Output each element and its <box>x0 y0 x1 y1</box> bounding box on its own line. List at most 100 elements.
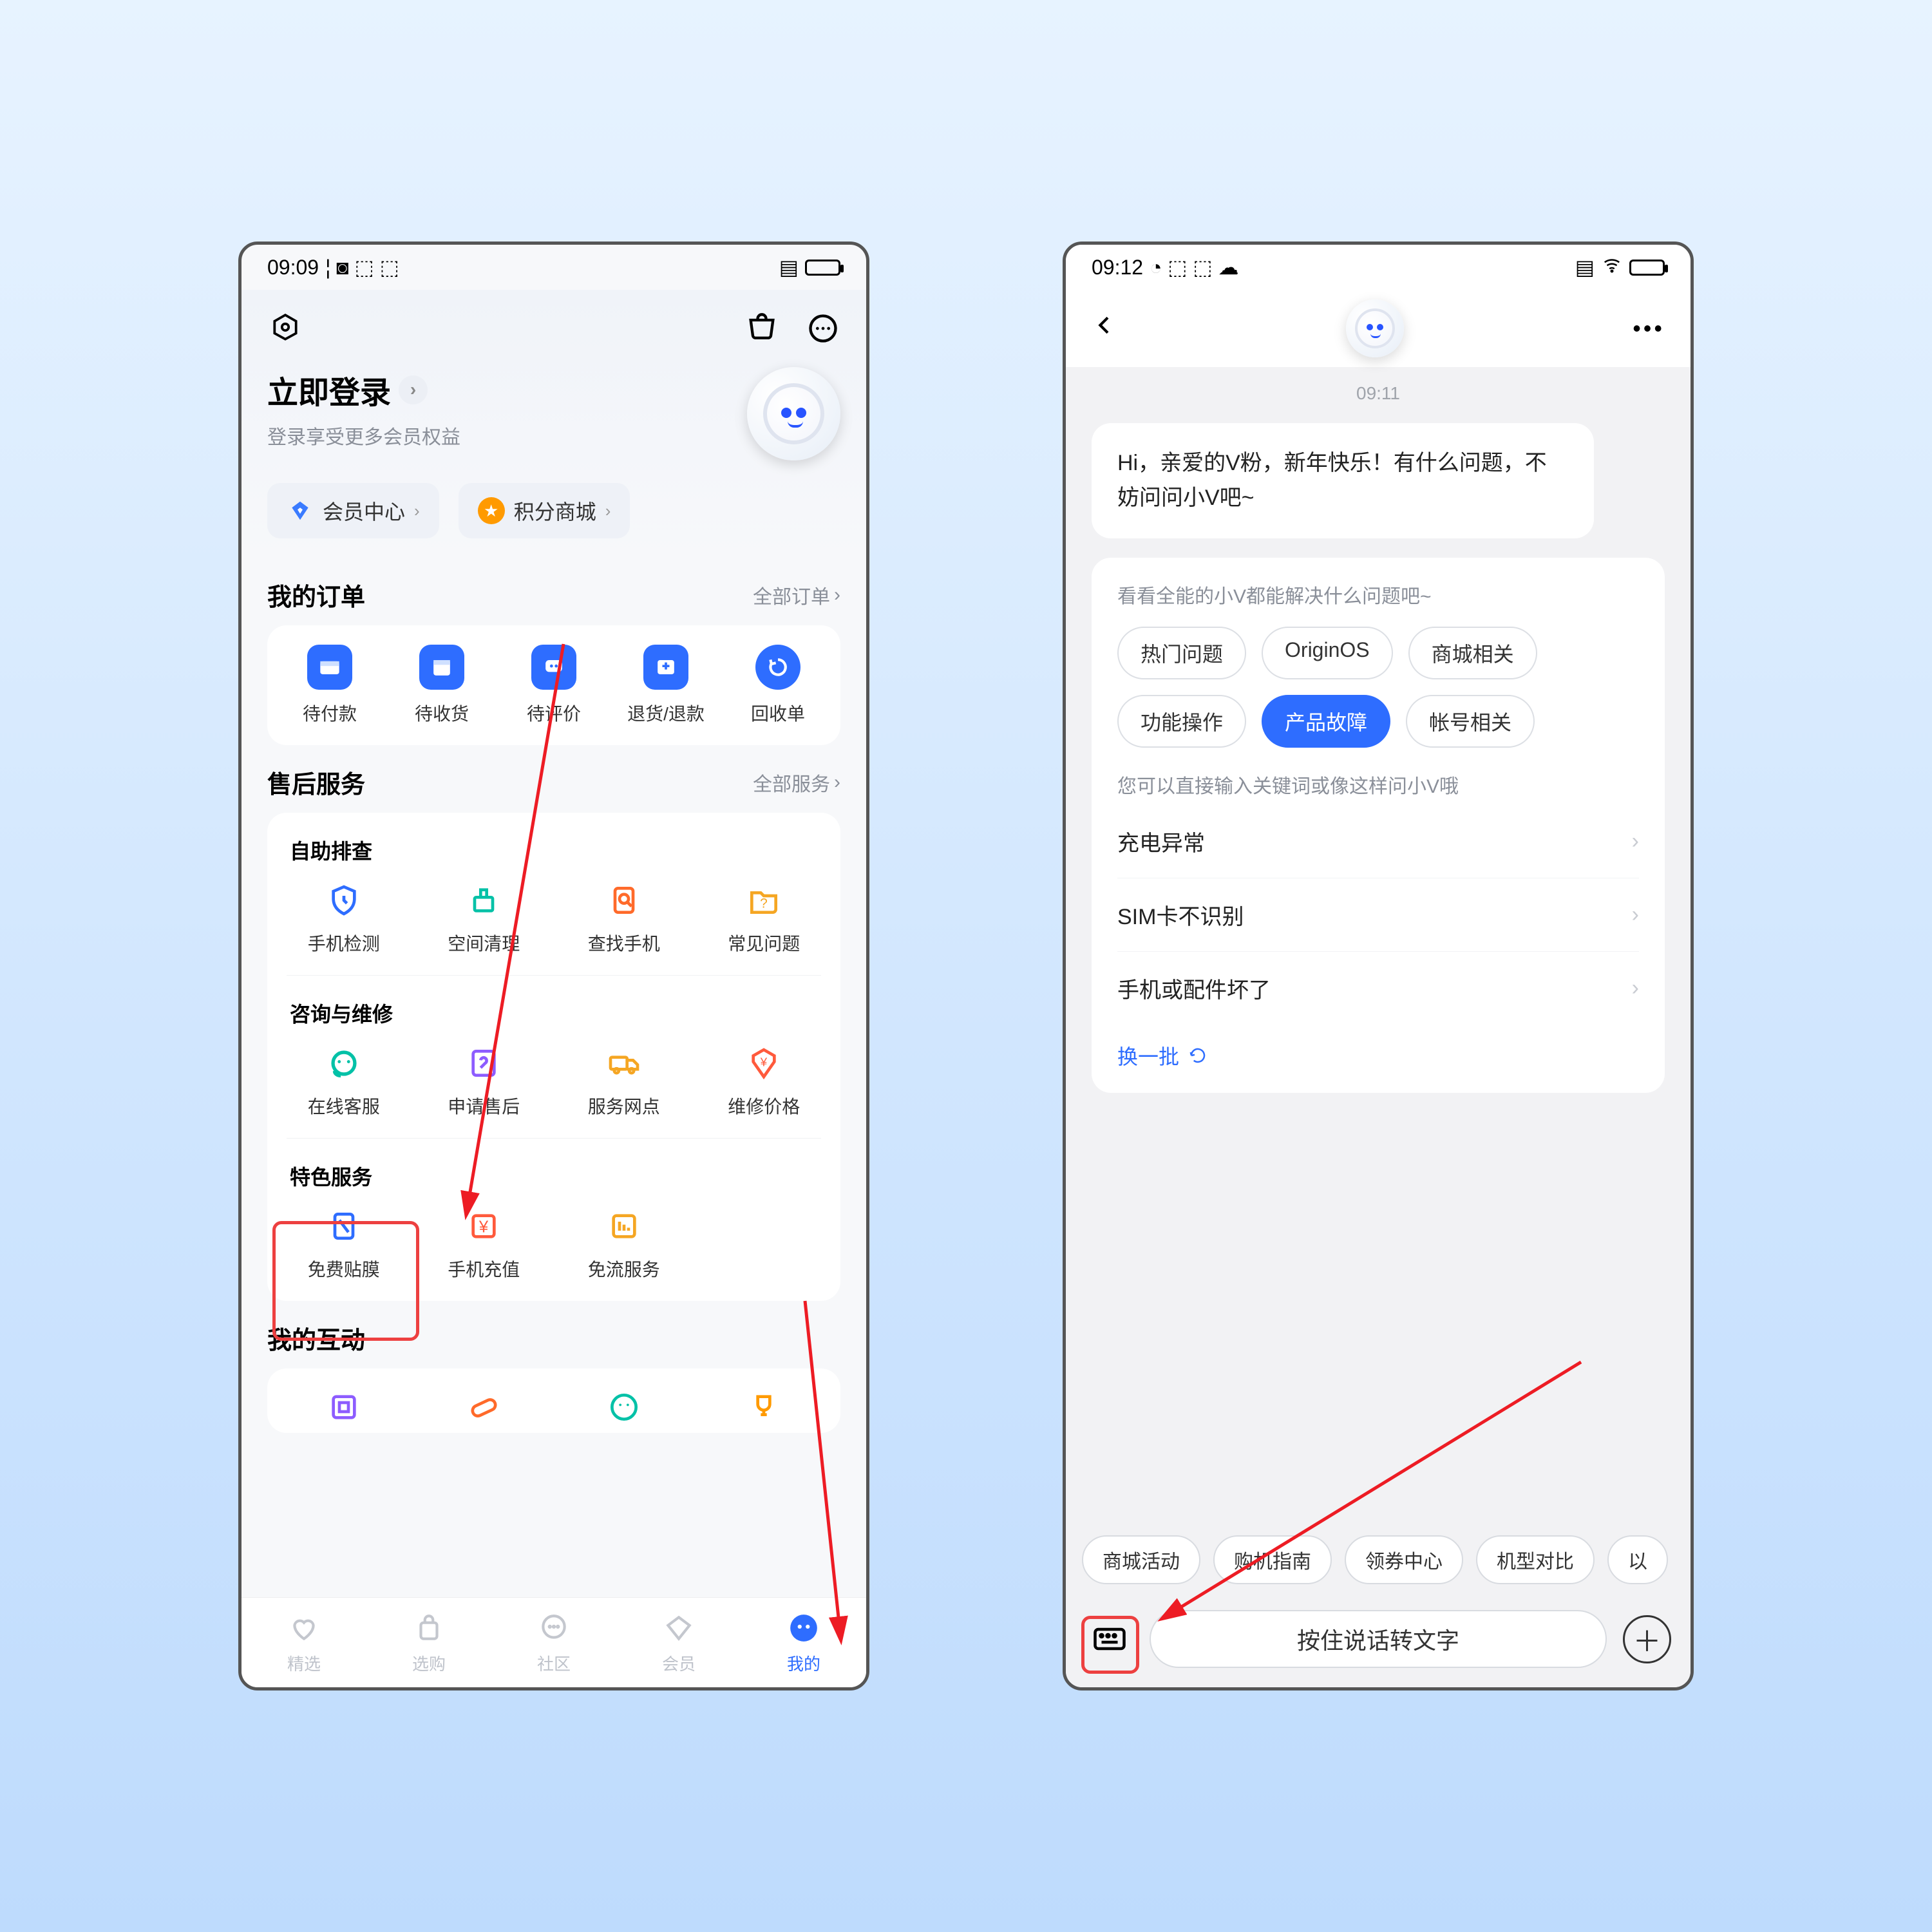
refresh-button[interactable]: 换一批 <box>1117 1025 1639 1077</box>
quick-more[interactable]: 以 <box>1607 1535 1668 1584</box>
face-icon <box>605 1388 643 1426</box>
svg-text:¥: ¥ <box>760 1056 768 1069</box>
voice-input[interactable]: 按住说话转文字 <box>1150 1610 1607 1668</box>
status-bar: 09:09 ¦ ◙ ⬚ ⬚ ▤ <box>242 245 866 290</box>
wifi-icon <box>1601 255 1623 279</box>
bot-avatar[interactable] <box>1346 299 1404 357</box>
yuan-icon: ¥ <box>464 1207 503 1245</box>
chip-originos[interactable]: OriginOS <box>1262 627 1393 679</box>
faq-charging[interactable]: 充电异常 › <box>1117 805 1639 878</box>
repair-price[interactable]: ¥ 维修价格 <box>694 1044 835 1119</box>
chip-product-fault[interactable]: 产品故障 <box>1262 695 1390 748</box>
chevron-right-icon: › <box>1632 902 1639 927</box>
interact-item-2[interactable] <box>414 1388 554 1426</box>
chip-function[interactable]: 功能操作 <box>1117 695 1246 748</box>
tab-community[interactable]: 社区 <box>491 1598 616 1687</box>
space-clean[interactable]: 空间清理 <box>414 881 554 956</box>
service-header: 售后服务 全部服务› <box>267 764 840 800</box>
phone-recharge[interactable]: ¥ 手机充值 <box>414 1207 554 1282</box>
chevron-right-icon: › <box>1632 976 1639 1001</box>
refund-icon <box>643 645 688 690</box>
heart-icon <box>287 1611 322 1646</box>
data-icon <box>605 1207 643 1245</box>
faq-broken[interactable]: 手机或配件坏了 › <box>1117 951 1639 1025</box>
wallet-icon <box>307 645 352 690</box>
interact-header: 我的互动 <box>267 1320 840 1356</box>
broom-icon <box>464 881 503 920</box>
orders-title: 我的订单 <box>267 577 365 612</box>
mine-icon <box>786 1611 822 1646</box>
settings-hex-icon[interactable] <box>267 311 303 346</box>
consult-repair-title: 咨询与维修 <box>274 995 834 1044</box>
tab-bar: 精选 选购 社区 会员 我的 <box>242 1597 866 1687</box>
chevron-right-icon: › <box>834 584 840 606</box>
more-button[interactable]: ••• <box>1633 315 1665 342</box>
service-outlets[interactable]: 服务网点 <box>554 1044 694 1119</box>
search-doc-icon <box>605 881 643 920</box>
chip-mall[interactable]: 商城相关 <box>1408 627 1537 679</box>
cart-icon[interactable] <box>744 311 779 346</box>
film-icon <box>325 1207 363 1245</box>
chip-row: 热门问题 OriginOS 商城相关 功能操作 产品故障 帐号相关 <box>1117 627 1639 748</box>
order-return[interactable]: 退货/退款 <box>610 645 722 726</box>
online-service[interactable]: 在线客服 <box>274 1044 414 1119</box>
faq-sim[interactable]: SIM卡不识别 › <box>1117 878 1639 951</box>
wrench-icon <box>464 1044 503 1083</box>
service-title: 售后服务 <box>267 764 365 800</box>
refresh-icon <box>1188 1046 1208 1065</box>
back-button[interactable] <box>1092 312 1117 345</box>
message-icon[interactable] <box>805 311 840 346</box>
member-center-pill[interactable]: 会员中心 › <box>267 483 439 538</box>
bag-icon <box>412 1611 447 1646</box>
apply-aftersale[interactable]: 申请售后 <box>414 1044 554 1119</box>
greeting-bubble: Hi，亲爱的V粉，新年快乐！有什么问题，不妨问问小V吧~ <box>1092 423 1594 538</box>
find-phone[interactable]: 查找手机 <box>554 881 694 956</box>
tab-featured[interactable]: 精选 <box>242 1598 366 1687</box>
diamond-outline-icon <box>661 1611 697 1646</box>
plus-button[interactable]: ＋ <box>1623 1615 1671 1663</box>
orders-more[interactable]: 全部订单› <box>753 581 840 609</box>
star-icon: ★ <box>478 497 505 524</box>
login-button[interactable]: 立即登录 › <box>267 367 460 412</box>
quick-coupon[interactable]: 领券中心 <box>1345 1535 1463 1584</box>
order-pending-receive[interactable]: 待收货 <box>386 645 498 726</box>
diamond-icon <box>287 497 314 524</box>
tab-member[interactable]: 会员 <box>616 1598 741 1687</box>
sim-icon: ▤ <box>779 255 799 279</box>
service-card: 自助排查 手机检测 空间清理 查找手机 ? 常见问题 <box>267 813 840 1301</box>
pill-icon <box>464 1388 503 1426</box>
avatar[interactable] <box>747 367 840 460</box>
free-film[interactable]: 免费贴膜 <box>274 1207 414 1282</box>
chevron-right-icon: › <box>1632 829 1639 854</box>
panel-hint2: 您可以直接输入关键词或像这样问小V哦 <box>1117 770 1639 799</box>
chip-hot[interactable]: 热门问题 <box>1117 627 1246 679</box>
phone-right: 09:12 ◔ ⬚ ⬚ ☁ ▤ ••• 09:11 Hi，亲爱的V粉，新年快乐！… <box>1063 242 1694 1690</box>
interact-item-4[interactable] <box>694 1388 835 1426</box>
phone-detect[interactable]: 手机检测 <box>274 881 414 956</box>
free-data[interactable]: 免流服务 <box>554 1207 694 1282</box>
order-pending-review[interactable]: 待评价 <box>498 645 610 726</box>
quick-buying-guide[interactable]: 购机指南 <box>1213 1535 1332 1584</box>
order-recycle[interactable]: 回收单 <box>722 645 834 726</box>
quick-mall-activity[interactable]: 商城活动 <box>1082 1535 1200 1584</box>
interact-item-3[interactable] <box>554 1388 694 1426</box>
chat-header: ••• <box>1066 290 1690 367</box>
order-pending-pay[interactable]: 待付款 <box>274 645 386 726</box>
chat-time: 09:11 <box>1092 383 1665 404</box>
status-indicator-icon: ◔ ⬚ ⬚ ☁ <box>1150 255 1238 279</box>
keyboard-toggle[interactable] <box>1085 1615 1133 1663</box>
quick-compare[interactable]: 机型对比 <box>1476 1535 1595 1584</box>
input-bar: 按住说话转文字 ＋ <box>1066 1597 1690 1687</box>
faq[interactable]: ? 常见问题 <box>694 881 835 956</box>
tab-shop[interactable]: 选购 <box>366 1598 491 1687</box>
points-mall-pill[interactable]: ★ 积分商城 › <box>459 483 630 538</box>
recycle-icon <box>755 645 800 690</box>
service-more[interactable]: 全部服务› <box>753 768 840 797</box>
chat-outline-icon <box>536 1611 572 1646</box>
tab-mine[interactable]: 我的 <box>741 1598 866 1687</box>
plus-icon: ＋ <box>1633 1618 1662 1660</box>
svg-text:?: ? <box>760 896 768 911</box>
interact-item-1[interactable] <box>274 1388 414 1426</box>
chip-account[interactable]: 帐号相关 <box>1406 695 1535 748</box>
battery-icon <box>805 260 840 276</box>
